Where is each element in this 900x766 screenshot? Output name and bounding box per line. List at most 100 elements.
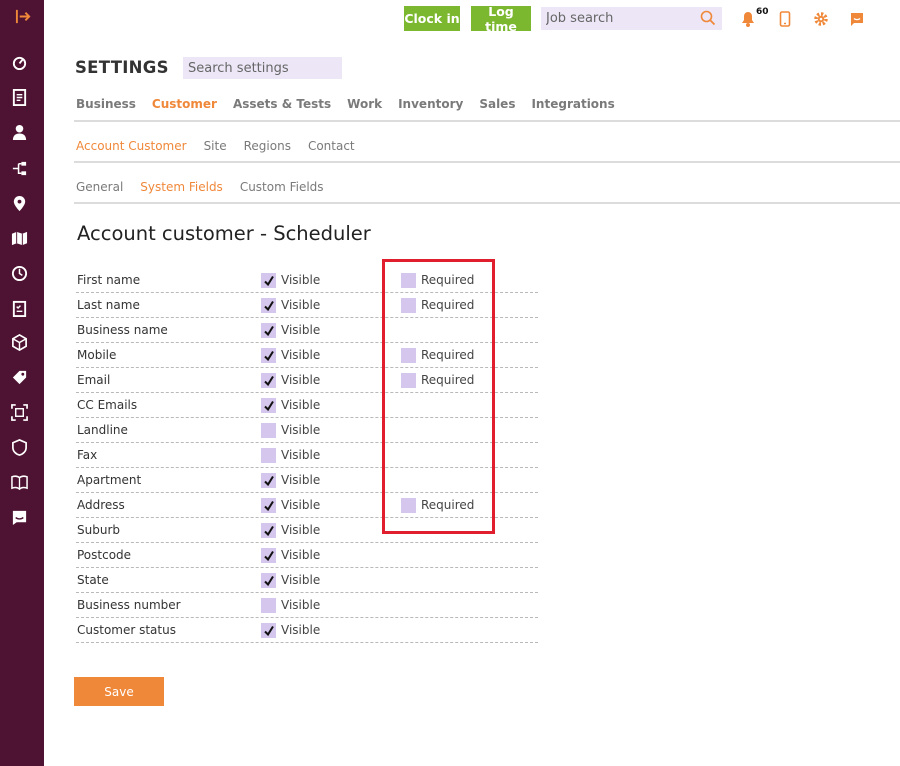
subtab-account-customer[interactable]: Account Customer <box>76 139 187 153</box>
field-row: Suburb Visible <box>76 518 538 543</box>
visible-label: Visible <box>281 398 321 412</box>
visible-checkbox[interactable] <box>261 273 276 288</box>
subtab-contact[interactable]: Contact <box>308 139 355 153</box>
tab-work[interactable]: Work <box>347 97 382 111</box>
search-icon[interactable] <box>700 10 716 26</box>
field-name: Last name <box>77 298 140 312</box>
visible-label: Visible <box>281 623 321 637</box>
field-name: First name <box>77 273 141 287</box>
location-icon[interactable] <box>10 194 28 212</box>
subsubtab-system-fields[interactable]: System Fields <box>140 180 223 194</box>
visible-checkbox[interactable] <box>261 623 276 638</box>
visible-checkbox[interactable] <box>261 548 276 563</box>
tab-assets-tests[interactable]: Assets & Tests <box>233 97 331 111</box>
field-name: Business name <box>77 323 168 337</box>
log-time-button[interactable]: Log time <box>471 4 531 34</box>
subtab-site[interactable]: Site <box>204 139 227 153</box>
visible-checkbox[interactable] <box>261 348 276 363</box>
field-row: Last name Visible Required <box>76 293 538 318</box>
visible-checkbox[interactable] <box>261 498 276 513</box>
fields-table: First name Visible Required Last name Visibl… <box>76 268 538 643</box>
required-checkbox[interactable] <box>401 298 416 313</box>
field-name: Landline <box>77 423 128 437</box>
dashboard-icon[interactable] <box>10 53 28 71</box>
field-name: Suburb <box>77 523 120 537</box>
divider <box>74 161 900 163</box>
visible-checkbox[interactable] <box>261 373 276 388</box>
section-title: Account customer - Scheduler <box>77 222 371 245</box>
tab-inventory[interactable]: Inventory <box>398 97 463 111</box>
visible-checkbox[interactable] <box>261 573 276 588</box>
divider <box>74 120 900 122</box>
help-chat-icon[interactable] <box>849 11 865 27</box>
page-title: SETTINGS <box>75 58 169 77</box>
visible-label: Visible <box>281 548 321 562</box>
divider <box>74 202 900 204</box>
inventory-box-icon[interactable] <box>10 333 28 351</box>
subtab-regions[interactable]: Regions <box>244 139 291 153</box>
required-label: Required <box>421 348 475 362</box>
field-name: Business number <box>77 598 181 612</box>
field-name: Postcode <box>77 548 132 562</box>
required-label: Required <box>421 373 475 387</box>
tab-business[interactable]: Business <box>76 97 136 111</box>
visible-checkbox[interactable] <box>261 398 276 413</box>
field-name: CC Emails <box>77 398 138 412</box>
checklist-icon[interactable] <box>10 299 28 317</box>
secondary-tabs: Account Customer Site Regions Contact <box>76 139 372 153</box>
notifications-bell-icon[interactable] <box>740 11 756 27</box>
gear-icon[interactable] <box>813 11 829 27</box>
required-checkbox[interactable] <box>401 348 416 363</box>
book-icon[interactable] <box>10 473 28 491</box>
tab-integrations[interactable]: Integrations <box>531 97 614 111</box>
visible-label: Visible <box>281 598 321 612</box>
sales-tag-icon[interactable] <box>10 368 28 386</box>
clock-icon[interactable] <box>10 264 28 282</box>
workflow-icon[interactable] <box>10 159 28 177</box>
save-button[interactable]: Save <box>74 677 164 706</box>
visible-checkbox[interactable] <box>261 298 276 313</box>
visible-label: Visible <box>281 423 321 437</box>
field-row: Customer status Visible <box>76 618 538 643</box>
field-name: Address <box>77 498 125 512</box>
scan-icon[interactable] <box>10 403 28 421</box>
job-search-box <box>541 7 722 30</box>
visible-label: Visible <box>281 373 321 387</box>
visible-checkbox[interactable] <box>261 423 276 438</box>
mobile-phone-icon[interactable] <box>777 11 793 27</box>
required-checkbox[interactable] <box>401 373 416 388</box>
field-name: Fax <box>77 448 98 462</box>
visible-checkbox[interactable] <box>261 598 276 613</box>
subsubtab-custom-fields[interactable]: Custom Fields <box>240 180 324 194</box>
field-row: State Visible <box>76 568 538 593</box>
field-row: CC Emails Visible <box>76 393 538 418</box>
tab-customer[interactable]: Customer <box>152 97 217 111</box>
map-icon[interactable] <box>10 229 28 247</box>
visible-label: Visible <box>281 348 321 362</box>
visible-label: Visible <box>281 573 321 587</box>
visible-checkbox[interactable] <box>261 323 276 338</box>
settings-search-input[interactable] <box>183 57 342 79</box>
required-label: Required <box>421 273 475 287</box>
job-search-input[interactable] <box>541 8 691 29</box>
visible-label: Visible <box>281 273 321 287</box>
shield-icon[interactable] <box>10 438 28 456</box>
tertiary-tabs: General System Fields Custom Fields <box>76 180 341 194</box>
tab-sales[interactable]: Sales <box>479 97 515 111</box>
required-label: Required <box>421 298 475 312</box>
required-checkbox[interactable] <box>401 273 416 288</box>
quotes-icon[interactable] <box>10 88 28 106</box>
visible-checkbox[interactable] <box>261 523 276 538</box>
field-name: Mobile <box>77 348 117 362</box>
required-checkbox[interactable] <box>401 498 416 513</box>
visible-checkbox[interactable] <box>261 448 276 463</box>
help-chat-icon[interactable] <box>10 508 28 526</box>
customers-icon[interactable] <box>10 123 28 141</box>
visible-label: Visible <box>281 523 321 537</box>
field-row: First name Visible Required <box>76 268 538 293</box>
clock-in-button[interactable]: Clock in <box>404 6 460 31</box>
subsubtab-general[interactable]: General <box>76 180 123 194</box>
field-name: Email <box>77 373 111 387</box>
collapse-sidebar-icon[interactable] <box>14 7 32 25</box>
visible-checkbox[interactable] <box>261 473 276 488</box>
